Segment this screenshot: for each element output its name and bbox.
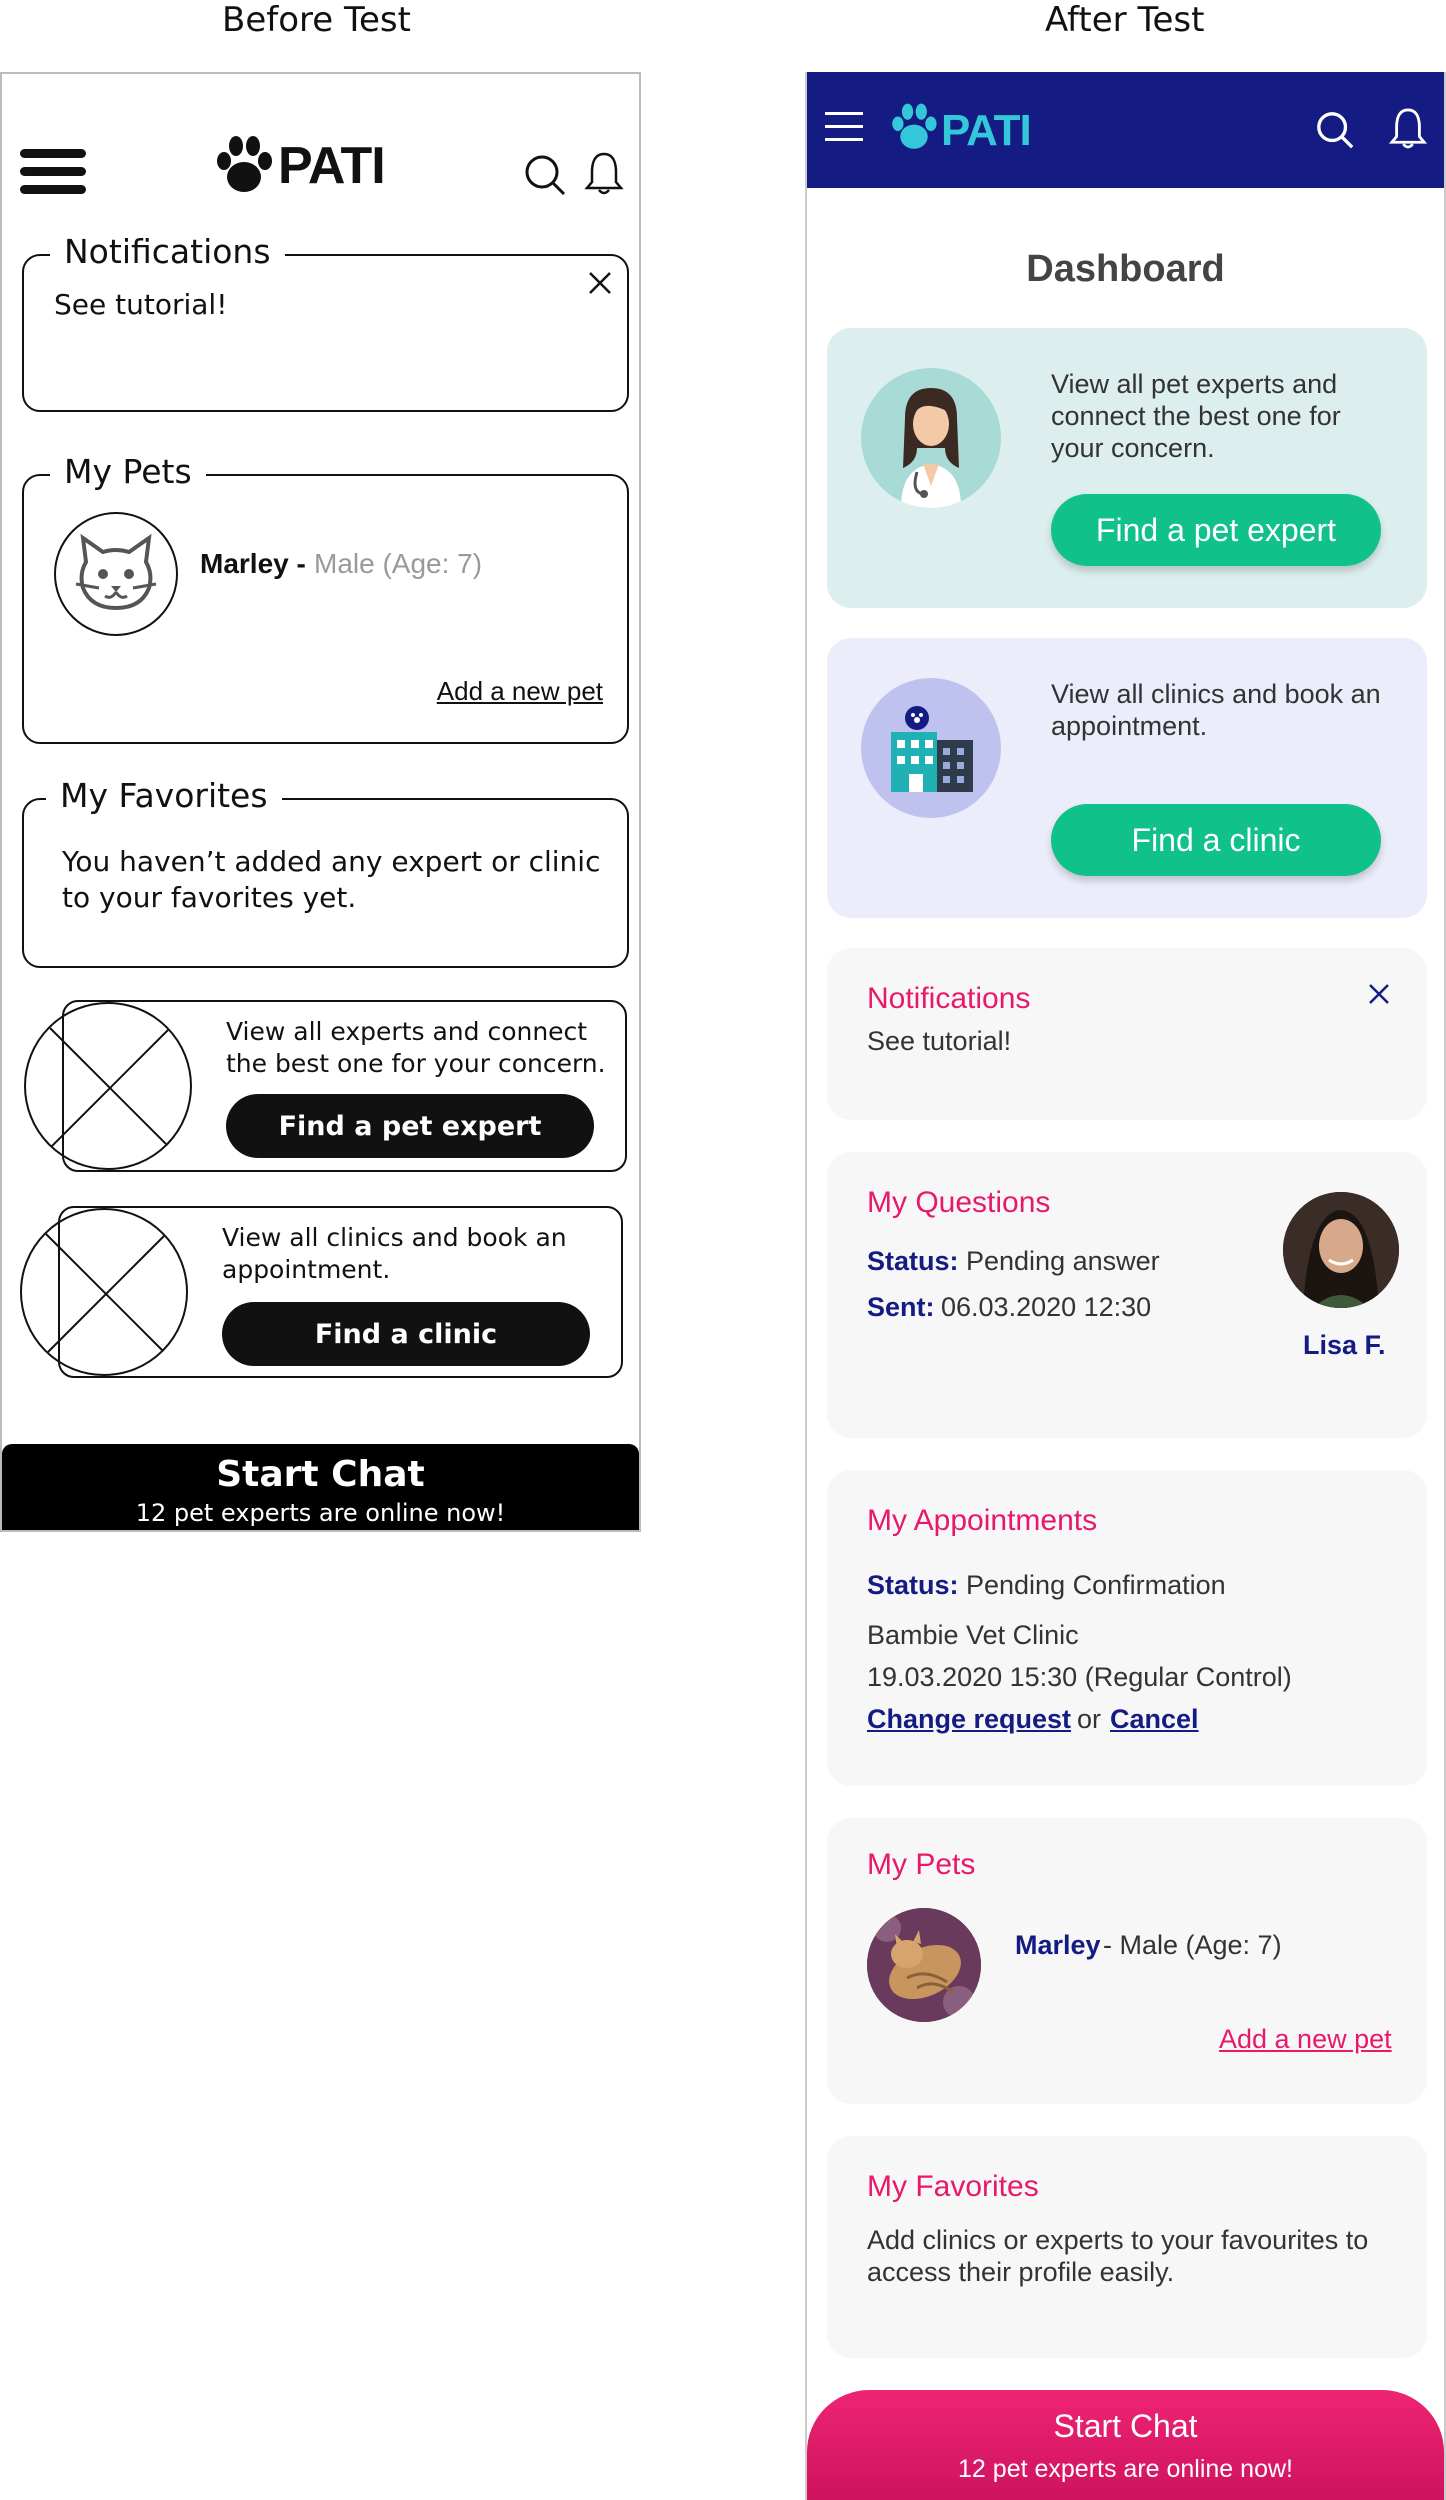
my-questions-card: My Questions Status: Pending answer Sent… bbox=[827, 1152, 1427, 1438]
find-clinic-button[interactable]: Find a clinic bbox=[1051, 804, 1381, 876]
pet-photo[interactable] bbox=[867, 1908, 981, 2022]
search-icon[interactable] bbox=[524, 154, 566, 201]
brand-logo: PATI bbox=[278, 137, 386, 195]
doctor-icon bbox=[861, 368, 1001, 508]
appointment-status-value: Pending Confirmation bbox=[966, 1570, 1226, 1600]
brand-logo: PATI bbox=[941, 106, 1032, 155]
close-icon[interactable] bbox=[1367, 982, 1391, 1011]
pet-detail: Male (Age: 7) bbox=[314, 548, 483, 579]
paw-logo-icon bbox=[214, 134, 274, 196]
expert-card-text: View all pet experts and connect the bes… bbox=[1051, 369, 1341, 463]
find-clinic-button[interactable]: Find a clinic bbox=[222, 1302, 590, 1366]
change-request-link[interactable]: Change request bbox=[867, 1704, 1071, 1735]
hamburger-menu-icon[interactable] bbox=[20, 149, 86, 195]
pet-name[interactable]: Marley - bbox=[200, 548, 306, 580]
start-chat-title: Start Chat bbox=[216, 1454, 425, 1495]
my-appointments-title: My Appointments bbox=[867, 1504, 1098, 1537]
notifications-card: Notifications See tutorial! bbox=[827, 948, 1427, 1120]
add-pet-link[interactable]: Add a new pet bbox=[437, 676, 603, 707]
start-chat-title: Start Chat bbox=[1053, 2408, 1198, 2444]
my-appointments-card: My Appointments Status: Pending Confirma… bbox=[827, 1470, 1427, 1786]
notifications-text[interactable]: See tutorial! bbox=[54, 288, 227, 321]
appointment-datetime: 19.03.2020 15:30 (Regular Control) bbox=[867, 1662, 1292, 1692]
cat-avatar-icon[interactable] bbox=[54, 512, 178, 636]
notifications-text[interactable]: See tutorial! bbox=[867, 1026, 1011, 1057]
pet-name[interactable]: Marley bbox=[1015, 1930, 1101, 1961]
cancel-link[interactable]: Cancel bbox=[1110, 1704, 1199, 1735]
start-chat-subtitle: 12 pet experts are online now! bbox=[135, 1499, 506, 1527]
bell-icon[interactable] bbox=[584, 150, 624, 201]
appointment-clinic: Bambie Vet Clinic bbox=[867, 1620, 1079, 1650]
my-questions-title: My Questions bbox=[867, 1186, 1051, 1219]
my-pets-title: My Pets bbox=[867, 1848, 976, 1881]
find-pet-expert-button[interactable]: Find a pet expert bbox=[1051, 494, 1381, 566]
find-pet-expert-button[interactable]: Find a pet expert bbox=[226, 1094, 594, 1158]
placeholder-image-icon bbox=[24, 1002, 192, 1170]
bell-icon[interactable] bbox=[1388, 106, 1428, 155]
clinic-building-icon bbox=[861, 678, 1001, 818]
before-title: Before Test bbox=[222, 0, 411, 40]
close-icon[interactable] bbox=[587, 270, 613, 301]
favorites-text: You haven’t added any expert or clinic t… bbox=[62, 845, 601, 914]
expert-card-text: View all experts and connect the best on… bbox=[226, 1017, 606, 1078]
clinic-card-text: View all clinics and book an appointment… bbox=[1051, 679, 1381, 741]
start-chat-subtitle: 12 pet experts are online now! bbox=[958, 2455, 1293, 2483]
expert-name[interactable]: Lisa F. bbox=[1303, 1330, 1386, 1361]
appointment-status-label: Status: bbox=[867, 1570, 959, 1600]
after-screen: PATI Dashboard View all pet experts and … bbox=[805, 72, 1446, 2500]
after-title: After Test bbox=[1045, 0, 1205, 40]
top-bar: PATI bbox=[807, 72, 1444, 188]
hamburger-menu-icon[interactable] bbox=[825, 112, 863, 141]
clinic-card: View all clinics and book an appointment… bbox=[827, 638, 1427, 918]
paw-logo-icon bbox=[889, 102, 939, 157]
expert-avatar[interactable] bbox=[1283, 1192, 1399, 1308]
notifications-box: Notifications See tutorial! bbox=[22, 232, 629, 412]
status-value: Pending answer bbox=[966, 1246, 1160, 1276]
favorites-text: Add clinics or experts to your favourite… bbox=[867, 2225, 1369, 2287]
my-favorites-card: My Favorites Add clinics or experts to y… bbox=[827, 2136, 1427, 2358]
my-pets-box: My Pets Marley - Male (Age: 7) Add a new… bbox=[22, 452, 629, 744]
my-favorites-box: My Favorites You haven’t added any exper… bbox=[22, 776, 629, 968]
expert-card: View all pet experts and connect the bes… bbox=[827, 328, 1427, 608]
notifications-title: Notifications bbox=[50, 232, 285, 271]
my-pets-card: My Pets Marley - Male (Age: 7) Add a new… bbox=[827, 1818, 1427, 2104]
start-chat-button[interactable]: Start Chat 12 pet experts are online now… bbox=[807, 2390, 1444, 2500]
sent-label: Sent: bbox=[867, 1292, 935, 1322]
my-favorites-title: My Favorites bbox=[46, 776, 282, 815]
placeholder-image-icon bbox=[20, 1208, 188, 1376]
my-favorites-title: My Favorites bbox=[867, 2170, 1039, 2203]
start-chat-button[interactable]: Start Chat 12 pet experts are online now… bbox=[2, 1444, 639, 1530]
notifications-title: Notifications bbox=[867, 982, 1031, 1015]
add-pet-link[interactable]: Add a new pet bbox=[1219, 2024, 1392, 2055]
page-title: Dashboard bbox=[1026, 248, 1225, 290]
search-icon[interactable] bbox=[1315, 110, 1355, 155]
my-pets-title: My Pets bbox=[50, 452, 206, 491]
status-label: Status: bbox=[867, 1246, 959, 1276]
before-screen: PATI Notifications See tutorial! My Pets… bbox=[0, 72, 641, 1532]
clinic-card-text: View all clinics and book an appointment… bbox=[222, 1223, 567, 1284]
pet-detail: - Male (Age: 7) bbox=[1103, 1930, 1282, 1960]
sent-value: 06.03.2020 12:30 bbox=[941, 1292, 1152, 1322]
or-text: or bbox=[1077, 1704, 1102, 1734]
